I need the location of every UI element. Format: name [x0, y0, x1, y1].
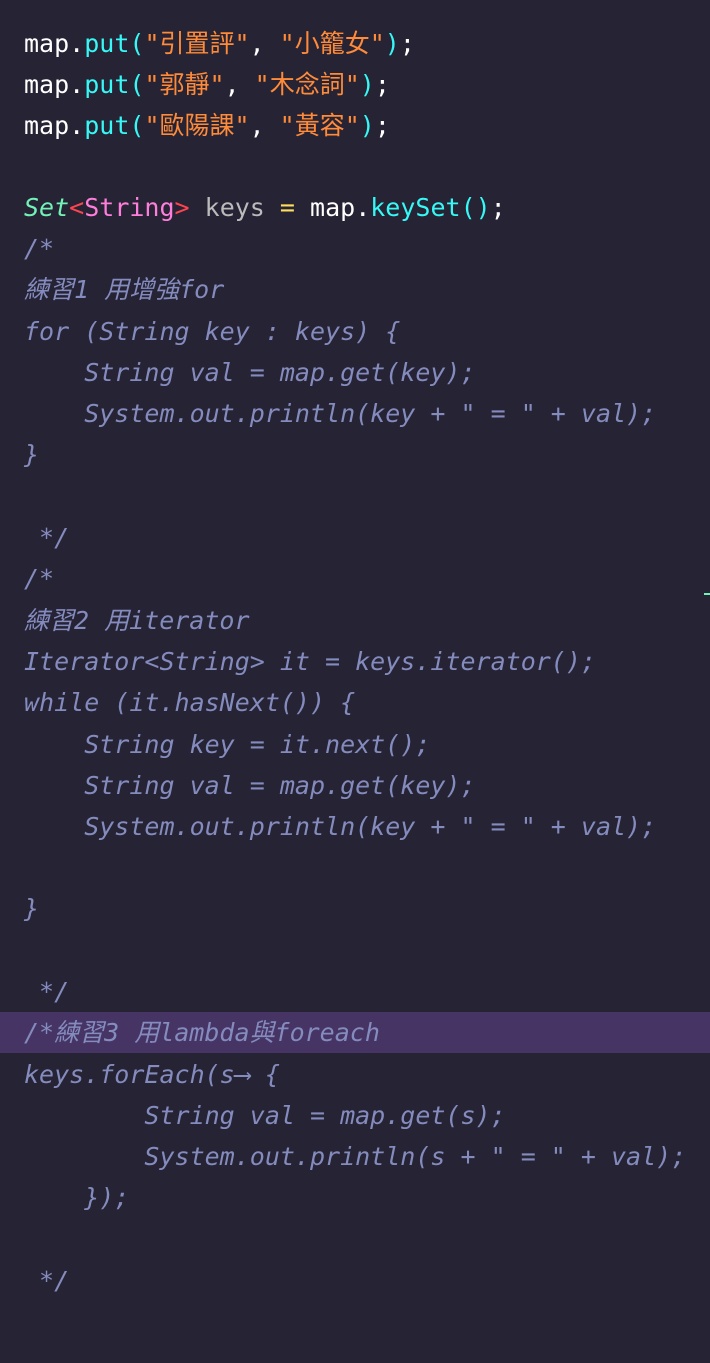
comment-line[interactable]: */	[0, 971, 710, 1012]
token-semicolon: ;	[399, 29, 415, 58]
scrollbar-change-marker	[704, 593, 710, 595]
token-semicolon: ;	[374, 111, 390, 140]
code-line-put-2[interactable]: map.put("郭靜", "木念詞");	[0, 64, 710, 105]
comment-line[interactable]: System.out.println(key + " = " + val);	[0, 393, 710, 434]
comment-line[interactable]: for (String key : keys) {	[0, 311, 710, 352]
token-dot: .	[355, 193, 371, 222]
token-dot: .	[69, 70, 85, 99]
token-semicolon: ;	[374, 70, 390, 99]
token-dot: .	[69, 29, 85, 58]
token-comma: ,	[249, 29, 280, 58]
token-string-value: "黃容"	[279, 111, 360, 140]
comment-line[interactable]: }	[0, 888, 710, 929]
comment-line[interactable]: Iterator<String> it = keys.iterator();	[0, 641, 710, 682]
token-keys-var: keys	[189, 193, 280, 222]
comment-line[interactable]: */	[0, 517, 710, 558]
token-dot: .	[69, 111, 85, 140]
token-map: map	[294, 193, 356, 222]
token-string-key: "歐陽課"	[144, 111, 250, 140]
comment-line[interactable]: String val = map.get(key);	[0, 352, 710, 393]
token-map: map	[24, 29, 70, 58]
comment-line-practice-1-title[interactable]: 練習1 用增強for	[0, 269, 710, 310]
token-paren-close: )	[359, 70, 375, 99]
token-angle-close: >	[174, 193, 190, 222]
comment-line[interactable]: System.out.println(key + " = " + val);	[0, 806, 710, 847]
token-angle-open: <	[69, 193, 85, 222]
code-line-keys-decl[interactable]: Set<String> keys = map.keySet();	[0, 187, 710, 228]
token-parens: ()	[460, 193, 491, 222]
token-paren-open: (	[129, 111, 145, 140]
code-line-put-1[interactable]: map.put("引置評", "小籠女");	[0, 23, 710, 64]
comment-line[interactable]: String val = map.get(key);	[0, 765, 710, 806]
token-set-type: Set	[24, 193, 70, 222]
code-line-put-3[interactable]: map.put("歐陽課", "黃容");	[0, 105, 710, 146]
token-assign: =	[279, 193, 295, 222]
comment-line[interactable]: });	[0, 1177, 710, 1218]
comment-line[interactable]: /*	[0, 228, 710, 269]
comment-line[interactable]: String key = it.next();	[0, 724, 710, 765]
comment-line[interactable]: }	[0, 434, 710, 475]
token-string-key: "郭靜"	[144, 70, 225, 99]
token-string-key: "引置評"	[144, 29, 250, 58]
code-editor[interactable]: map.put("引置評", "小籠女"); map.put("郭靜", "木念…	[0, 0, 710, 1363]
token-keyset: keySet	[370, 193, 461, 222]
token-string-type: String	[84, 193, 175, 222]
token-string-value: "小籠女"	[279, 29, 385, 58]
token-paren-close: )	[384, 29, 400, 58]
token-paren-close: )	[359, 111, 375, 140]
token-map: map	[24, 111, 70, 140]
token-semicolon: ;	[490, 193, 506, 222]
token-map: map	[24, 70, 70, 99]
token-comma: ,	[224, 70, 255, 99]
token-comma: ,	[249, 111, 280, 140]
comment-line-practice-2-title[interactable]: 練習2 用iterator	[0, 600, 710, 641]
comment-line[interactable]: while (it.hasNext()) {	[0, 682, 710, 723]
comment-line[interactable]: keys.forEach(s⟶ {	[0, 1054, 710, 1095]
comment-line[interactable]: String val = map.get(s);	[0, 1095, 710, 1136]
token-put: put	[84, 70, 130, 99]
token-paren-open: (	[129, 70, 145, 99]
token-string-value: "木念詞"	[254, 70, 360, 99]
comment-line[interactable]: /*	[0, 558, 710, 599]
token-paren-open: (	[129, 29, 145, 58]
comment-line[interactable]: System.out.println(s + " = " + val);	[0, 1136, 710, 1177]
current-line-highlight[interactable]: /*練習3 用lambda與foreach	[0, 1012, 710, 1053]
token-put: put	[84, 111, 130, 140]
comment-line[interactable]: */	[0, 1260, 710, 1301]
token-put: put	[84, 29, 130, 58]
